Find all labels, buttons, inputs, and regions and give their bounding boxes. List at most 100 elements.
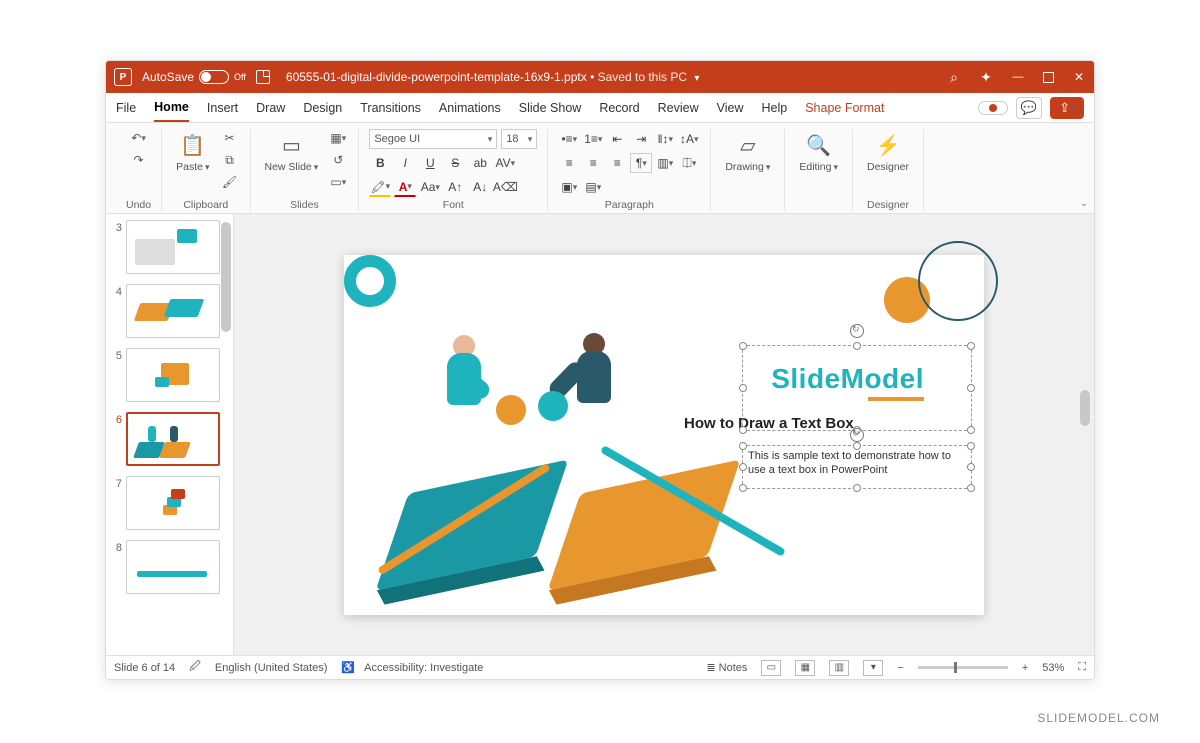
underline-button[interactable]: U — [419, 153, 441, 173]
tab-design[interactable]: Design — [303, 95, 342, 121]
shadow-button[interactable]: ab — [469, 153, 491, 173]
copilot-icon[interactable] — [979, 70, 993, 84]
tab-file[interactable]: File — [116, 95, 136, 121]
italic-button[interactable]: I — [394, 153, 416, 173]
slide[interactable]: SlideModel How to Draw a Text Box — [344, 255, 984, 615]
highlight-button[interactable]: 🖍▾ — [369, 177, 391, 197]
layout-button[interactable]: ▦▾ — [328, 129, 348, 147]
tab-draw[interactable]: Draw — [256, 95, 285, 121]
document-title[interactable]: 60555-01-digital-divide-powerpoint-templ… — [280, 70, 937, 84]
toggle-switch-icon[interactable] — [199, 70, 229, 84]
align-center-button[interactable]: ≡ — [582, 153, 604, 173]
font-size-combo[interactable]: 18▾ — [501, 129, 537, 149]
designer-button[interactable]: ⚡ Designer — [863, 129, 913, 175]
share-button[interactable]: ⇪▾ — [1050, 97, 1084, 119]
slide-canvas-area[interactable]: SlideModel How to Draw a Text Box — [234, 214, 1094, 655]
redo-button[interactable]: ↷ — [129, 151, 149, 169]
collapse-ribbon-icon[interactable]: ⌄ — [1080, 198, 1088, 209]
illustration-person-left — [434, 335, 494, 405]
thumbnail-5[interactable]: 5 — [110, 348, 229, 402]
align-right-button[interactable]: ≡ — [606, 153, 628, 173]
grow-font-button[interactable]: A↑ — [444, 177, 466, 197]
thumbnail-6[interactable]: 6 — [110, 412, 229, 466]
convert-smartart-button[interactable]: ▣▾ — [558, 177, 580, 197]
indent-inc-button[interactable]: ⇥ — [630, 129, 652, 149]
rotate-handle-icon[interactable] — [850, 428, 864, 442]
tab-shape-format[interactable]: Shape Format — [805, 95, 884, 121]
shrink-font-button[interactable]: A↓ — [469, 177, 491, 197]
tab-help[interactable]: Help — [761, 95, 787, 121]
thumbnail-panel[interactable]: 3 4 5 6 7 8 — [106, 214, 234, 655]
language-status[interactable]: English (United States) — [215, 662, 328, 674]
change-case-button[interactable]: Aa▾ — [419, 177, 441, 197]
align-left-button[interactable]: ≡ — [558, 153, 580, 173]
editing-button[interactable]: 🔍 Editing▾ — [795, 129, 842, 175]
paste-button[interactable]: 📋 Paste▾ — [172, 129, 213, 175]
save-icon[interactable] — [256, 70, 270, 84]
scrollbar-thumb[interactable] — [221, 222, 231, 332]
reading-view-button[interactable]: ▥ — [829, 660, 849, 676]
zoom-slider[interactable] — [918, 666, 1008, 669]
cut-button[interactable]: ✂ — [220, 129, 240, 147]
maximize-icon[interactable] — [1043, 72, 1054, 83]
align-vert-button[interactable]: ⎅▾ — [678, 153, 700, 173]
strike-button[interactable]: S — [444, 153, 466, 173]
clear-format-button[interactable]: A⌫ — [494, 177, 516, 197]
text-direction-button[interactable]: ↕A▾ — [678, 129, 700, 149]
normal-view-button[interactable]: ▭ — [761, 660, 781, 676]
tab-transitions[interactable]: Transitions — [360, 95, 421, 121]
format-painter-button[interactable]: 🖌 — [220, 173, 240, 191]
text-align-button[interactable]: ¶▾ — [630, 153, 652, 173]
tab-insert[interactable]: Insert — [207, 95, 238, 121]
drawing-button[interactable]: ▱ Drawing▾ — [721, 129, 774, 175]
thumbnail-3[interactable]: 3 — [110, 220, 229, 274]
vertical-scrollbar[interactable] — [1080, 390, 1090, 426]
columns-button[interactable]: ▥▾ — [654, 153, 676, 173]
tab-view[interactable]: View — [717, 95, 744, 121]
zoom-out-button[interactable]: − — [897, 662, 903, 674]
numbering-button[interactable]: 1≡▾ — [582, 129, 604, 149]
thumbnail-4[interactable]: 4 — [110, 284, 229, 338]
chevron-down-icon[interactable]: ▾ — [694, 73, 699, 84]
rotate-handle-icon[interactable] — [850, 324, 864, 338]
font-name-combo[interactable]: Segoe UI▾ — [369, 129, 497, 149]
section-button[interactable]: ▭▾ — [328, 173, 348, 191]
thumbnail-7[interactable]: 7 — [110, 476, 229, 530]
indent-dec-button[interactable]: ⇤ — [606, 129, 628, 149]
reset-button[interactable]: ↺ — [328, 151, 348, 169]
new-slide-button[interactable]: ▭ New Slide▾ — [261, 129, 323, 175]
tab-record[interactable]: Record — [599, 95, 639, 121]
font-color-button[interactable]: A▾ — [394, 177, 416, 197]
comments-icon[interactable]: 💬 — [1016, 97, 1042, 119]
more-font-button[interactable]: AV▾ — [494, 153, 516, 173]
bold-button[interactable]: B — [369, 153, 391, 173]
undo-button[interactable]: ↶▾ — [129, 129, 149, 147]
autosave-toggle[interactable]: AutoSave Off — [142, 70, 246, 84]
sorter-view-button[interactable]: ▦ — [795, 660, 815, 676]
copy-button[interactable]: ⧉ — [220, 151, 240, 169]
thumbnail-8[interactable]: 8 — [110, 540, 229, 594]
line-spacing-button[interactable]: ‖↕▾ — [654, 129, 676, 149]
record-pill[interactable] — [978, 101, 1008, 115]
slide-counter[interactable]: Slide 6 of 14 — [114, 662, 175, 674]
tab-home[interactable]: Home — [154, 94, 189, 122]
notes-button[interactable]: ≣Notes — [706, 661, 747, 674]
tab-animations[interactable]: Animations — [439, 95, 501, 121]
fit-window-button[interactable]: ⛶ — [1078, 661, 1086, 674]
zoom-level[interactable]: 53% — [1042, 662, 1064, 674]
tab-slideshow[interactable]: Slide Show — [519, 95, 582, 121]
search-icon[interactable] — [947, 70, 961, 84]
selection-frame-title[interactable] — [742, 345, 972, 431]
bullets-button[interactable]: •≡▾ — [558, 129, 580, 149]
decoration-ring — [918, 241, 998, 321]
minimize-icon[interactable] — [1011, 70, 1025, 84]
platform-orange — [548, 459, 741, 590]
zoom-in-button[interactable]: + — [1022, 662, 1028, 674]
tab-review[interactable]: Review — [658, 95, 699, 121]
slideshow-view-button[interactable]: ▾ — [863, 660, 883, 676]
close-icon[interactable] — [1072, 70, 1086, 84]
spellcheck-icon[interactable]: 🖉 — [189, 658, 201, 677]
accessibility-status[interactable]: ♿ Accessibility: Investigate — [341, 661, 483, 674]
slide-body-text[interactable]: This is sample text to demonstrate how t… — [748, 449, 968, 478]
columns2-button[interactable]: ▤▾ — [582, 177, 604, 197]
